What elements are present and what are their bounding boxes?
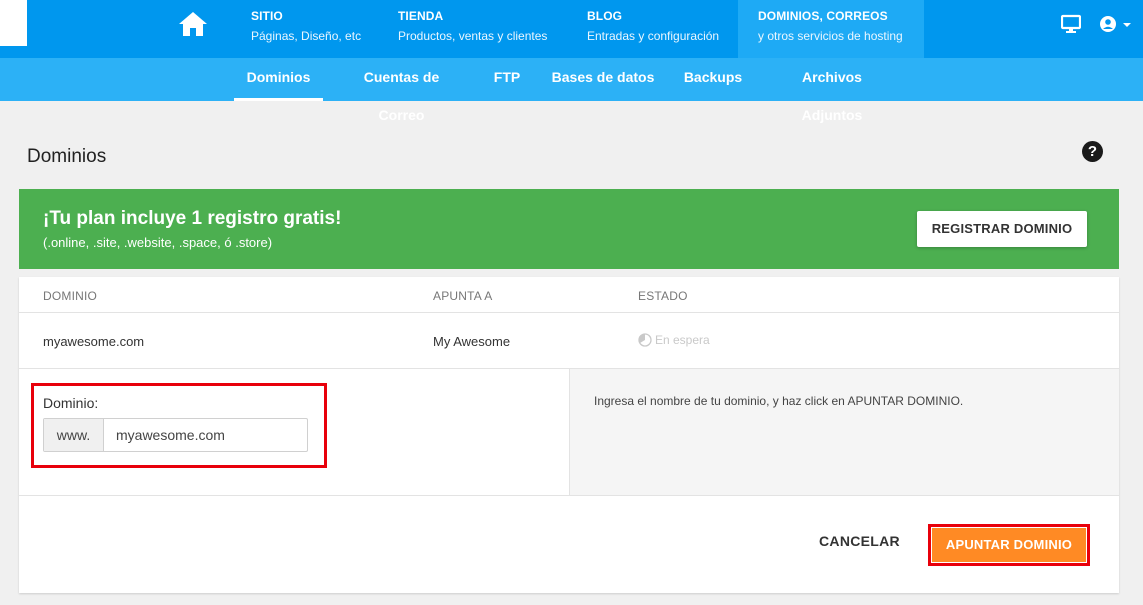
monitor-icon	[1060, 14, 1082, 33]
column-header-points-to: APUNTA A	[433, 289, 493, 303]
home-icon	[179, 12, 207, 36]
domain-field-label: Dominio:	[43, 395, 99, 411]
divider	[19, 495, 1119, 496]
nav-item-subtitle: Páginas, Diseño, etc	[251, 29, 362, 43]
account-circle-icon	[1100, 16, 1116, 32]
domain-hint-panel: Ingresa el nombre de tu dominio, y haz c…	[569, 369, 1119, 495]
table-header: DOMINIO APUNTA A ESTADO	[19, 277, 1119, 313]
column-header-status: ESTADO	[638, 289, 688, 303]
nav-item-tienda[interactable]: TIENDA Productos, ventas y clientes	[398, 0, 568, 58]
nav-item-sitio[interactable]: SITIO Páginas, Diseño, etc	[251, 0, 381, 58]
nav-item-dominios[interactable]: DOMINIOS, CORREOS y otros servicios de h…	[738, 0, 924, 58]
cancel-button[interactable]: CANCELAR	[819, 533, 900, 549]
tab-bases-de-datos[interactable]: Bases de datos	[551, 58, 655, 101]
status-badge: En espera	[638, 333, 710, 347]
page-title: Dominios	[27, 146, 107, 167]
point-domain-button[interactable]: APUNTAR DOMINIO	[932, 528, 1086, 562]
www-prefix: www.	[44, 419, 104, 451]
register-domain-button[interactable]: REGISTRAR DOMINIO	[917, 211, 1087, 247]
tab-archivos-adjuntos[interactable]: Archivos Adjuntos	[771, 58, 893, 123]
nav-item-subtitle: Entradas y configuración	[587, 29, 720, 43]
nav-item-title: TIENDA	[398, 9, 444, 23]
account-menu[interactable]	[1099, 14, 1131, 39]
domain-input-group: www.	[43, 418, 308, 452]
tab-dominios[interactable]: Dominios	[234, 58, 323, 101]
tab-backups[interactable]: Backups	[680, 58, 746, 101]
pending-clock-icon	[638, 333, 652, 347]
nav-item-blog[interactable]: BLOG Entradas y configuración	[587, 0, 737, 58]
hint-text: Ingresa el nombre de tu dominio, y haz c…	[594, 394, 964, 408]
logo[interactable]	[0, 0, 27, 46]
chevron-down-icon	[1123, 23, 1131, 27]
domain-input[interactable]	[104, 419, 307, 451]
nav-item-subtitle: Productos, ventas y clientes	[398, 29, 548, 43]
column-header-domain: DOMINIO	[43, 289, 98, 303]
tab-cuentas-de-correo[interactable]: Cuentas de Correo	[340, 58, 463, 123]
banner-subtitle: (.online, .site, .website, .space, ó .st…	[43, 235, 273, 250]
domain-cell: myawesome.com	[43, 334, 145, 349]
points-to-cell: My Awesome	[433, 334, 511, 349]
top-nav-bar: SITIO Páginas, Diseño, etc TIENDA Produc…	[0, 0, 1143, 58]
preview-button[interactable]	[1060, 14, 1082, 39]
home-button[interactable]	[170, 0, 216, 48]
domains-table-card: DOMINIO APUNTA A ESTADO myawesome.com My…	[19, 277, 1119, 593]
nav-item-title: BLOG	[587, 9, 623, 23]
free-registration-banner: ¡Tu plan incluye 1 registro gratis! (.on…	[19, 189, 1119, 269]
help-icon[interactable]: ?	[1082, 141, 1103, 162]
nav-item-title: DOMINIOS, CORREOS	[758, 9, 888, 23]
nav-item-subtitle: y otros servicios de hosting	[758, 29, 903, 43]
sub-nav-bar: Dominios Cuentas de Correo FTP Bases de …	[0, 58, 1143, 123]
banner-title: ¡Tu plan incluye 1 registro gratis!	[43, 208, 342, 229]
table-row[interactable]: myawesome.com My Awesome En espera	[19, 313, 1119, 369]
status-text: En espera	[655, 333, 710, 347]
tab-ftp[interactable]: FTP	[487, 58, 527, 101]
nav-item-title: SITIO	[251, 9, 283, 23]
